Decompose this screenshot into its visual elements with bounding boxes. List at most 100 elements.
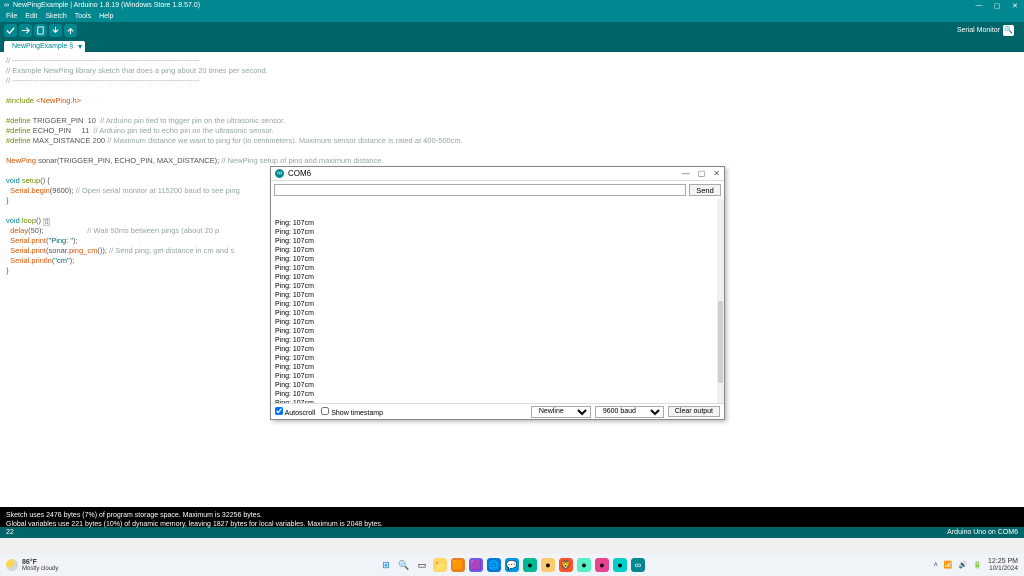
save-button[interactable]	[64, 24, 77, 37]
code-line: "Ping: "	[49, 236, 74, 245]
code-line: Serial	[6, 256, 29, 265]
serial-line: Ping: 107cm	[275, 246, 720, 255]
board-port: Arduino Uno on COM6	[947, 529, 1018, 536]
clock-date[interactable]: 10/1/2024	[988, 565, 1018, 572]
serial-monitor-button[interactable]: Serial Monitor 🔍	[951, 23, 1020, 38]
brave-icon[interactable]: 🦁	[559, 558, 573, 572]
code-line: Serial	[6, 246, 29, 255]
explorer-icon[interactable]: 📁	[433, 558, 447, 572]
serial-footer: Autoscroll Show timestamp Newline 9600 b…	[271, 403, 724, 419]
code-line: // Arduino pin tied to trigger pin on th…	[100, 116, 285, 125]
serial-input[interactable]	[274, 184, 686, 196]
code-line: }	[6, 196, 9, 205]
code-line: NewPing	[6, 156, 36, 165]
autoscroll-label: Autoscroll	[285, 410, 316, 417]
code-line: <NewPing.h>	[36, 96, 81, 105]
code-line: #define	[6, 116, 33, 125]
baud-select[interactable]: 9600 baud	[595, 406, 664, 418]
serial-send-button[interactable]: Send	[689, 184, 721, 196]
code-line: // Open serial monitor at 115200 baud to…	[76, 186, 240, 195]
close-button[interactable]: ✕	[1010, 2, 1020, 10]
serial-minimize-button[interactable]: —	[682, 169, 690, 178]
code-line: () {	[40, 176, 50, 185]
app-icon[interactable]: ●	[577, 558, 591, 572]
code-line: ()	[36, 216, 43, 225]
code-line: loop	[20, 216, 36, 225]
app-icon[interactable]: 🟪	[469, 558, 483, 572]
code-line: .begin	[29, 186, 49, 195]
scrollbar-thumb[interactable]	[718, 301, 723, 383]
serial-titlebar[interactable]: ∞ COM6 — ▢ ✕	[271, 167, 724, 181]
serial-line: Ping: 107cm	[275, 345, 720, 354]
code-line: // Maximum distance we want to ping for …	[107, 136, 463, 145]
battery-icon[interactable]: 🔋	[973, 561, 982, 569]
volume-icon[interactable]: 🔊	[959, 561, 968, 569]
windows-taskbar[interactable]: 86°F Mostly cloudy ⊞ 🔍 ▭ 📁 🟧 🟪 🌐 💬 ● ● 🦁…	[0, 554, 1024, 576]
menu-edit[interactable]: Edit	[25, 13, 37, 20]
code-line: );	[69, 186, 76, 195]
clear-output-button[interactable]: Clear output	[668, 406, 720, 417]
task-view-button[interactable]: ▭	[415, 558, 429, 572]
menu-file[interactable]: File	[6, 13, 17, 20]
clock-time[interactable]: 12:25 PM	[988, 558, 1018, 565]
code-line: // -------------------------------------…	[6, 56, 200, 65]
serial-line: Ping: 107cm	[275, 219, 720, 228]
verify-button[interactable]	[4, 24, 17, 37]
fold-icon[interactable]: ▯	[43, 218, 50, 226]
code-line: MAX_DISTANCE	[33, 136, 93, 145]
weather-widget[interactable]: 86°F Mostly cloudy	[6, 559, 58, 572]
code-line: ());	[97, 246, 109, 255]
menu-sketch[interactable]: Sketch	[45, 13, 66, 20]
temperature: 86°F	[22, 559, 58, 566]
menu-help[interactable]: Help	[99, 13, 113, 20]
app-icon[interactable]: ●	[613, 558, 627, 572]
start-button[interactable]: ⊞	[379, 558, 393, 572]
menu-bar: File Edit Sketch Tools Help	[0, 11, 1024, 22]
arduino-taskbar-icon[interactable]: ∞	[631, 558, 645, 572]
code-line: 11	[81, 126, 93, 135]
timestamp-toggle[interactable]: Show timestamp	[321, 407, 383, 417]
tray-chevron-icon[interactable]: ˄	[934, 562, 938, 569]
upload-button[interactable]	[19, 24, 32, 37]
serial-monitor-window: ∞ COM6 — ▢ ✕ Send Ping: 107cmPing: 107cm…	[270, 166, 725, 420]
chat-icon[interactable]: 💬	[505, 558, 519, 572]
new-button[interactable]	[34, 24, 47, 37]
code-line: .print	[29, 246, 46, 255]
code-line: "cm"	[54, 256, 69, 265]
scrollbar[interactable]	[717, 199, 724, 403]
minimize-button[interactable]: —	[974, 2, 984, 10]
code-line: .print	[29, 236, 46, 245]
line-ending-select[interactable]: Newline	[531, 406, 591, 418]
code-line: );	[73, 236, 78, 245]
code-line: // Arduino pin tied to echo pin on the u…	[93, 126, 273, 135]
app-icon[interactable]: ●	[595, 558, 609, 572]
serial-line: Ping: 107cm	[275, 327, 720, 336]
tab-sketch[interactable]: NewPingExample §	[4, 41, 85, 52]
serial-line: Ping: 107cm	[275, 255, 720, 264]
serial-close-button[interactable]: ✕	[713, 169, 720, 178]
serial-maximize-button[interactable]: ▢	[698, 169, 706, 178]
code-line: 9600	[52, 186, 69, 195]
code-line: );	[39, 226, 87, 235]
serial-output[interactable]: Ping: 107cmPing: 107cmPing: 107cmPing: 1…	[271, 199, 724, 403]
wifi-icon[interactable]: 📶	[944, 561, 953, 569]
autoscroll-toggle[interactable]: Autoscroll	[275, 407, 315, 417]
app-icon[interactable]: 🟧	[451, 558, 465, 572]
code-line: );	[70, 256, 75, 265]
app-icon[interactable]: ●	[523, 558, 537, 572]
serial-line: Ping: 107cm	[275, 390, 720, 399]
console-line: Global variables use 221 bytes (10%) of …	[6, 521, 383, 528]
code-line: #define	[6, 126, 33, 135]
serial-line: Ping: 107cm	[275, 228, 720, 237]
code-line: // Send ping, get distance in cm and s	[109, 246, 234, 255]
search-button[interactable]: 🔍	[397, 558, 411, 572]
serial-line: Ping: 107cm	[275, 309, 720, 318]
menu-tools[interactable]: Tools	[75, 13, 91, 20]
code-line: 200	[93, 136, 108, 145]
serial-line: Ping: 107cm	[275, 282, 720, 291]
open-button[interactable]	[49, 24, 62, 37]
maximize-button[interactable]: ▢	[992, 2, 1002, 10]
serial-line: Ping: 107cm	[275, 363, 720, 372]
edge-icon[interactable]: 🌐	[487, 558, 501, 572]
app-icon[interactable]: ●	[541, 558, 555, 572]
